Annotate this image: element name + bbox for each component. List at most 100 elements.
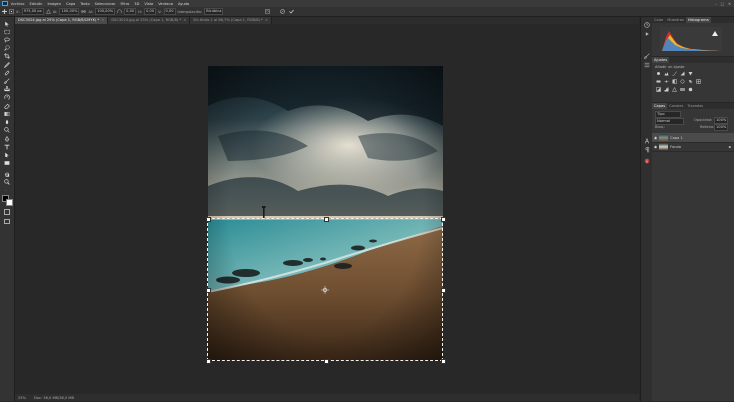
eraser-icon[interactable] [3, 103, 11, 109]
transform-handle-top[interactable] [324, 217, 329, 222]
exposure-icon[interactable] [680, 71, 685, 76]
width-field[interactable]: 100,00% [59, 8, 80, 15]
zoom-icon[interactable] [3, 179, 11, 185]
blend-mode-select[interactable]: Normal [655, 118, 684, 125]
menu-type[interactable]: Texto [80, 2, 89, 6]
info-icon[interactable] [643, 157, 650, 164]
photoshop-logo-icon[interactable] [2, 1, 8, 6]
move-icon[interactable] [3, 21, 11, 27]
tab-swatches[interactable]: Muestras [665, 17, 685, 23]
marquee-icon[interactable] [3, 29, 11, 35]
rotate-field[interactable]: 0,00 [124, 8, 137, 15]
curves-icon[interactable] [672, 71, 677, 76]
hand-icon[interactable] [3, 171, 11, 177]
lasso-icon[interactable] [3, 37, 11, 43]
paragraph-icon[interactable] [643, 146, 650, 153]
cancel-icon[interactable] [280, 9, 286, 14]
opacity-field[interactable]: 100% [714, 117, 729, 124]
brush-settings-icon[interactable] [643, 52, 650, 59]
transform-handle-bottom-left[interactable] [206, 359, 211, 364]
height-field[interactable]: 100,00% [95, 8, 116, 15]
transform-handle-left[interactable] [206, 288, 211, 293]
layer-name[interactable]: Fondo [670, 145, 681, 149]
healing-icon[interactable] [3, 70, 11, 76]
interpolation-select[interactable]: Bicúbica [204, 8, 224, 15]
color-lookup-icon[interactable] [696, 79, 701, 84]
transform-handle-bottom[interactable] [324, 359, 329, 364]
shape-icon[interactable] [3, 160, 11, 166]
tab-layers[interactable]: Capas [652, 103, 668, 109]
stamp-icon[interactable] [3, 86, 11, 92]
properties-icon[interactable] [643, 61, 650, 68]
play-icon[interactable] [643, 30, 650, 37]
quick-select-icon[interactable] [3, 45, 11, 51]
gradient-map-icon[interactable] [680, 87, 685, 92]
transform-handle-right[interactable] [441, 288, 446, 293]
character-icon[interactable] [643, 137, 650, 144]
screen-mode-icon[interactable] [4, 219, 10, 224]
crop-icon[interactable] [3, 53, 11, 59]
skew-v-field[interactable]: 0,00 [163, 8, 176, 15]
link-icon[interactable] [81, 9, 87, 14]
vibrance-icon[interactable] [688, 71, 693, 76]
pen-icon[interactable] [3, 136, 11, 142]
close-tab-icon[interactable]: × [183, 18, 186, 22]
minimize-icon[interactable]: – [715, 2, 717, 6]
x-field[interactable]: 975,00 px [21, 8, 44, 15]
fill-field[interactable]: 100% [714, 124, 729, 131]
layer-filter-select[interactable]: Tipo [655, 111, 681, 118]
menu-3d[interactable]: 3D [134, 2, 139, 6]
dodge-icon[interactable] [3, 127, 11, 133]
commit-icon[interactable] [289, 9, 295, 14]
blur-icon[interactable] [3, 119, 11, 125]
posterize-icon[interactable] [664, 87, 669, 92]
maximize-icon[interactable]: □ [721, 2, 724, 6]
tab-color[interactable]: Color [652, 17, 665, 23]
tab-paths[interactable]: Trazados [685, 103, 705, 109]
tab-adjustments[interactable]: Ajustes [652, 57, 670, 63]
menu-window[interactable]: Ventana [158, 2, 173, 6]
tab-document-1[interactable]: DSC3024.jpg al 25% (Capa 1, RGB/8/CMYK) … [15, 17, 109, 24]
brightness-icon[interactable] [656, 71, 661, 76]
delta-icon[interactable] [45, 9, 51, 14]
levels-icon[interactable] [664, 71, 669, 76]
tab-histogram[interactable]: Histograma [685, 17, 711, 23]
zoom-level[interactable]: 25% [18, 396, 26, 400]
threshold-icon[interactable] [672, 87, 677, 92]
close-icon[interactable]: ✕ [728, 2, 731, 6]
layer-name[interactable]: Capa 1 [670, 136, 683, 140]
move-tool-icon[interactable] [2, 9, 7, 14]
transform-handle-bottom-right[interactable] [441, 359, 446, 364]
photo-filter-icon[interactable] [680, 79, 685, 84]
reference-point-icon[interactable] [9, 9, 14, 14]
menu-help[interactable]: Ayuda [178, 2, 189, 6]
tab-document-3[interactable]: Sin título-1 al 66,7% (Capa 1, RGB/8) * × [190, 17, 272, 24]
hue-saturation-icon[interactable] [656, 79, 661, 84]
skew-h-field[interactable]: 0,00 [144, 8, 157, 15]
menu-file[interactable]: Archivo [11, 2, 24, 6]
transform-handle-top-left[interactable] [206, 217, 211, 222]
layer-row[interactable]: ◉ Fondo ▪ [652, 142, 734, 152]
more-tools-icon[interactable]: ··· [4, 188, 10, 192]
transform-handle-top-right[interactable] [441, 217, 446, 222]
tab-channels[interactable]: Canales [667, 103, 685, 109]
path-select-icon[interactable] [3, 152, 11, 158]
tab-document-2[interactable]: DSC3024.jpg al 25% (Capa 1, RGB/8) * × [108, 17, 191, 24]
menu-edit[interactable]: Edición [29, 2, 42, 6]
warp-icon[interactable] [265, 9, 271, 14]
document-size[interactable]: Doc: 36,0 MB/36,0 MB [34, 396, 74, 400]
menu-view[interactable]: Vista [144, 2, 153, 6]
black-white-icon[interactable] [672, 79, 677, 84]
visibility-icon[interactable]: ◉ [654, 136, 657, 140]
quick-mask-icon[interactable] [4, 209, 10, 215]
channel-mixer-icon[interactable] [688, 79, 693, 84]
menu-filter[interactable]: Filtro [120, 2, 129, 6]
invert-icon[interactable] [656, 87, 661, 92]
color-balance-icon[interactable] [664, 79, 669, 84]
selective-color-icon[interactable] [688, 87, 693, 92]
reference-point-icon[interactable] [321, 286, 329, 294]
menu-layer[interactable]: Capa [66, 2, 75, 6]
history-brush-icon[interactable] [3, 94, 11, 100]
background-color-swatch[interactable] [6, 199, 13, 206]
gradient-icon[interactable] [3, 111, 11, 117]
